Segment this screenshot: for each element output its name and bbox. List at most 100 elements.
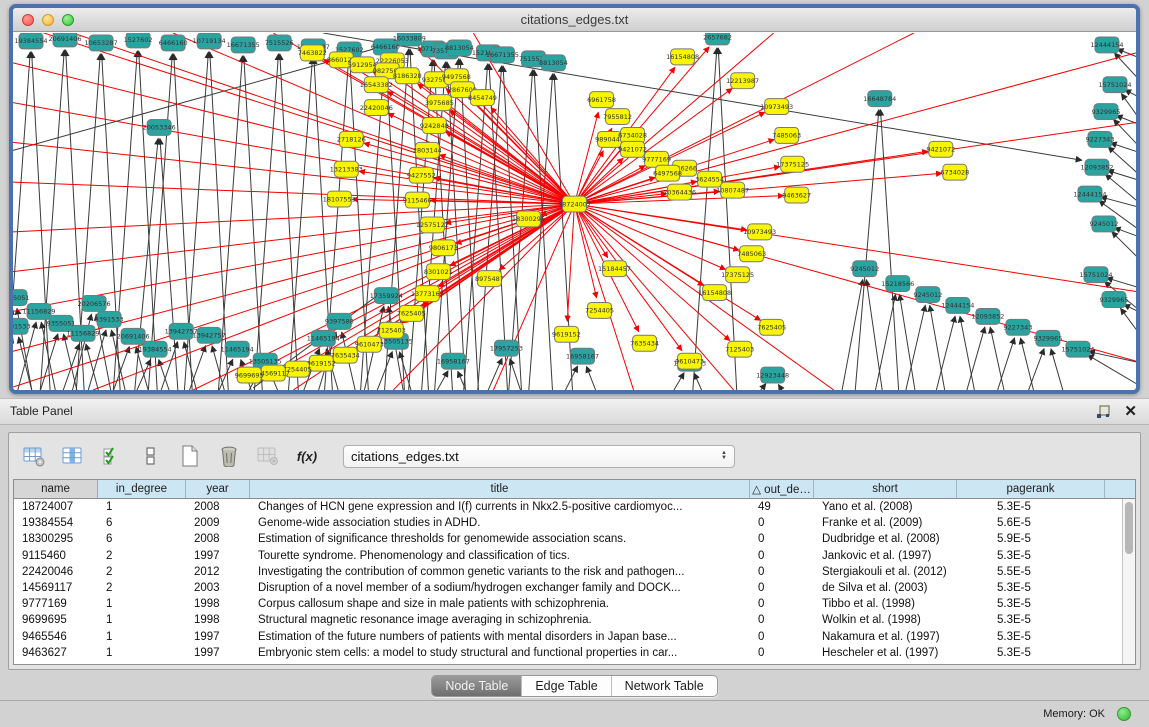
graph-node[interactable]: 8186328 [393,68,422,84]
graph-node[interactable]: 7125403 [725,341,754,357]
graph-node[interactable]: 7485063 [737,246,766,262]
graph-node[interactable]: 12923448 [756,367,789,383]
new-table-icon[interactable] [177,444,203,468]
graph-node[interactable]: 8975487 [475,271,504,287]
graph-node[interactable]: 16154808 [698,285,731,301]
zoom-window-button[interactable] [62,14,74,26]
graph-node[interactable]: 7635434 [630,335,659,351]
table-row[interactable]: 946362711997Embryonic stem cells: a mode… [14,645,1135,661]
graph-node[interactable]: 16671355 [486,47,519,63]
graph-node[interactable]: 20053346 [143,120,176,136]
graph-node[interactable]: 10807487 [716,182,749,198]
graph-node[interactable]: 12444154 [941,298,974,314]
graph-node[interactable]: 9806173 [429,240,458,256]
close-panel-icon[interactable]: ✕ [1124,403,1137,420]
table-row[interactable]: 977716911998Corpus callosum shape and si… [14,596,1135,612]
minimize-window-button[interactable] [42,14,54,26]
graph-node[interactable]: 7955812 [603,109,632,125]
graph-node[interactable]: 7625405 [757,319,786,335]
graph-node[interactable]: 6734028 [940,164,969,180]
graph-node[interactable]: 9227343 [1086,131,1115,147]
graph-node[interactable]: 15751024 [1098,77,1131,93]
graph-node[interactable]: 9421072 [926,141,955,157]
graph-node[interactable]: 16648784 [863,91,896,107]
graph-node[interactable]: 9115460 [403,192,432,208]
table-row[interactable]: 969969511998Structural magnetic resonanc… [14,612,1135,628]
graph-node[interactable]: 13942757 [193,327,226,343]
graph-node[interactable]: 6497568 [653,165,682,181]
scrollbar-thumb[interactable] [1125,502,1133,554]
column-header-pagerank[interactable]: pagerank [957,480,1105,498]
graph-node[interactable]: 16154808 [666,49,699,65]
graph-node[interactable]: 12213987 [726,73,759,89]
graph-node[interactable]: 20206576 [78,296,111,312]
graph-node[interactable]: 2657682 [703,33,732,45]
graph-node[interactable]: 13773167 [411,286,444,302]
graph-node[interactable]: 17359924 [370,288,403,304]
graph-node[interactable]: 10973493 [760,99,793,115]
graph-node[interactable]: 13213383 [330,161,363,177]
graph-node[interactable]: 20364436 [663,184,696,200]
graph-node[interactable]: 7485063 [772,127,801,143]
delete-table-icon[interactable] [216,444,242,468]
graph-node[interactable]: 1527602 [124,33,153,48]
graph-node[interactable]: 17375125 [776,156,809,172]
graph-node[interactable]: 18300295 [512,211,545,227]
tab-network-table[interactable]: Network Table [611,676,717,696]
graph-node[interactable]: 2718126 [337,131,366,147]
graph-node[interactable]: 12444154 [1090,37,1123,53]
graph-node[interactable]: 8813054 [539,55,568,71]
column-header-in_degree[interactable]: in_degree [98,480,186,498]
graph-node[interactable]: 20691406 [49,33,82,47]
float-panel-icon[interactable] [1096,405,1110,419]
select-columns-icon[interactable] [60,444,86,468]
select-rows-icon[interactable] [99,444,125,468]
graph-node[interactable]: 12444154 [1073,186,1106,202]
table-row[interactable]: 946554611997Estimation of the future num… [14,629,1135,645]
graph-node[interactable]: 22420046 [360,100,393,116]
table-scrollbar[interactable] [1122,499,1135,664]
tab-edge-table[interactable]: Edge Table [521,676,610,696]
graph-node[interactable]: 16671355 [227,37,260,53]
graph-node[interactable]: 10719134 [193,33,226,49]
table-row[interactable]: 1830029562008Estimation of significance … [14,531,1135,547]
graph-node[interactable]: 6466160 [159,35,188,51]
graph-node[interactable]: 17957253 [490,340,523,356]
graph-node[interactable]: 9242848 [420,118,449,134]
column-header-out_degree[interactable]: △ out_de… [750,480,814,498]
graph-node[interactable]: 6961758 [587,92,616,108]
graph-node[interactable]: 9391533 [13,318,30,334]
graph-node[interactable]: 19384554 [139,341,172,357]
graph-node[interactable]: 2803144 [413,142,442,158]
graph-node[interactable]: 12575122 [416,217,449,233]
graph-node[interactable]: 9329965 [1092,104,1121,120]
graph-node[interactable]: 7625405 [397,305,426,321]
table-selector[interactable]: citations_edges.txt ▲▼ [343,445,735,468]
graph-node[interactable]: 7125403 [377,322,406,338]
graph-node[interactable]: 10973493 [743,224,776,240]
graph-node[interactable]: 7515526 [265,35,294,51]
graph-node[interactable]: 12093852 [1080,159,1113,175]
graph-node[interactable]: 9329965 [1033,330,1062,346]
graph-node[interactable]: 11156829 [67,325,100,341]
graph-node[interactable]: 9245012 [850,261,879,277]
graph-node[interactable]: 15218566 [881,276,914,292]
column-header-year[interactable]: year [186,480,250,498]
graph-node[interactable]: 8813054 [445,40,474,56]
graph-node[interactable]: 18107553 [323,191,356,207]
graph-node[interactable]: 3624554 [695,171,724,187]
network-canvas-area[interactable]: 1938455420691406106532871527602646616010… [13,33,1136,390]
graph-node[interactable]: 9355051 [13,290,29,306]
graph-node[interactable]: 15184457 [598,261,631,277]
graph-node[interactable]: 9427552 [407,167,436,183]
graph-node[interactable]: 16543382 [360,77,393,93]
graph-node[interactable]: 9463627 [782,187,811,203]
graph-node[interactable]: 17375125 [721,267,754,283]
window-titlebar[interactable]: citations_edges.txt [13,8,1136,32]
tab-node-table[interactable]: Node Table [432,676,521,696]
graph-node[interactable]: 12093852 [971,308,1004,324]
graph-node[interactable]: 9397588 [325,313,354,329]
graph-node[interactable]: 7463822 [298,45,327,61]
graph-node[interactable]: 8454749 [468,90,497,106]
graph-node[interactable]: 19384554 [14,33,47,49]
